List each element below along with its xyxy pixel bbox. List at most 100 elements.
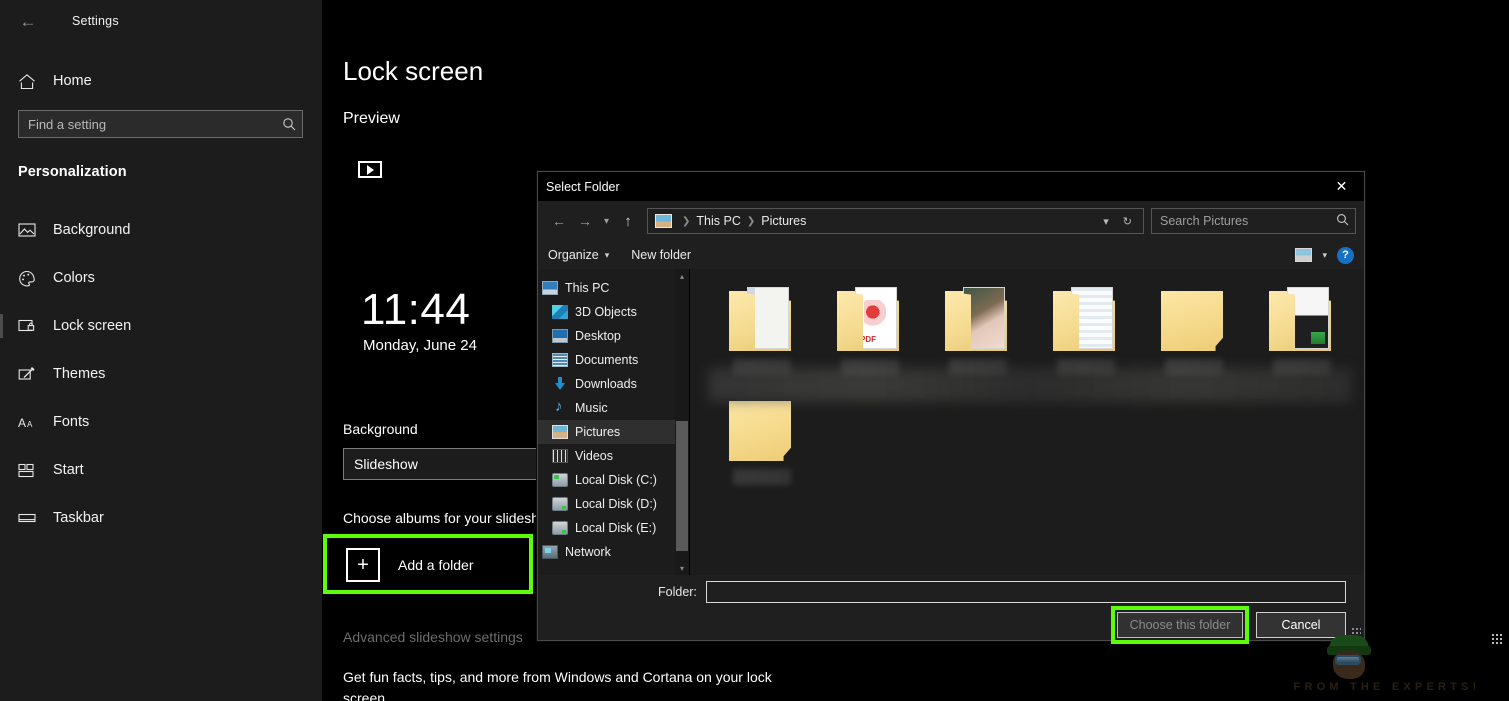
- tree-item-label: Network: [565, 545, 611, 559]
- dialog-search-box[interactable]: Search Pictures: [1151, 208, 1356, 234]
- downloads-icon: [552, 377, 568, 391]
- font-size-icon: AA: [18, 415, 44, 430]
- select-folder-dialog: Select Folder ✕ ← → ▾ ↑ ❯ This PC ❯ Pict…: [537, 171, 1365, 641]
- tree-item-pictures[interactable]: Pictures: [538, 420, 676, 444]
- back-arrow-icon[interactable]: ←: [10, 5, 46, 37]
- sidebar-item-home-label: Home: [53, 73, 92, 89]
- dialog-search-placeholder: Search Pictures: [1160, 214, 1336, 228]
- cortana-setting-text: Get fun facts, tips, and more from Windo…: [343, 667, 813, 701]
- arrow-left-icon[interactable]: ←: [546, 208, 572, 234]
- watermark-text: FROM THE EXPERTS!: [1271, 681, 1503, 693]
- breadcrumb-dropdown-icon[interactable]: ▾: [1096, 215, 1116, 228]
- slideshow-play-icon: [358, 161, 382, 178]
- tree-item-local-disk-c[interactable]: Local Disk (C:): [538, 468, 676, 492]
- folder-icon: [941, 285, 1015, 355]
- dialog-footer: Folder: Choose this folder Cancel: [538, 575, 1364, 640]
- settings-sidebar: ← Settings Home Personalization Backgrou…: [0, 0, 322, 701]
- breadcrumb-item-this-pc[interactable]: This PC: [696, 214, 740, 228]
- tree-item-local-disk-e[interactable]: Local Disk (E:): [538, 516, 676, 540]
- desktop-icon: [552, 329, 568, 343]
- arrow-up-icon[interactable]: ↑: [615, 208, 641, 234]
- sidebar-item-background[interactable]: Background: [0, 206, 322, 254]
- home-icon: [18, 73, 44, 90]
- chevron-down-icon[interactable]: ▾: [598, 208, 615, 234]
- new-folder-button[interactable]: New folder: [631, 248, 691, 262]
- search-box[interactable]: [18, 110, 303, 138]
- tree-item-documents[interactable]: Documents: [538, 348, 676, 372]
- caret-down-icon: ▾: [605, 250, 610, 261]
- 3d-objects-icon: [552, 305, 568, 319]
- tree-item-downloads[interactable]: Downloads: [538, 372, 676, 396]
- tree-item-label: Downloads: [575, 377, 637, 391]
- caret-down-icon[interactable]: ▾: [1322, 250, 1327, 261]
- chevron-down-icon[interactable]: ▾: [675, 561, 689, 575]
- window-title: Settings: [72, 14, 119, 28]
- tree-item-3d-objects[interactable]: 3D Objects: [538, 300, 676, 324]
- organize-menu[interactable]: Organize ▾: [548, 248, 609, 262]
- folder-icon: [725, 285, 799, 355]
- system-drive-icon: [552, 473, 568, 487]
- tree-item-network[interactable]: Network: [538, 540, 676, 564]
- brush-icon: [18, 366, 44, 383]
- tree-item-desktop[interactable]: Desktop: [538, 324, 676, 348]
- chevron-up-icon[interactable]: ▴: [675, 269, 689, 283]
- sidebar-item-colors[interactable]: Colors: [0, 254, 322, 302]
- dialog-navbar: ← → ▾ ↑ ❯ This PC ❯ Pictures ▾ ↻ Search …: [538, 201, 1364, 241]
- sidebar-item-lock-screen-label: Lock screen: [53, 318, 131, 334]
- sidebar-item-themes-label: Themes: [53, 366, 105, 382]
- arrow-right-icon[interactable]: →: [572, 208, 598, 234]
- dialog-body: This PC 3D Objects Desktop Documents: [538, 269, 1364, 575]
- sidebar-item-start[interactable]: Start: [0, 446, 322, 494]
- palette-icon: [18, 270, 44, 287]
- tree-item-label: Pictures: [575, 425, 620, 439]
- advanced-slideshow-settings-link[interactable]: Advanced slideshow settings: [343, 629, 523, 645]
- videos-icon: [552, 449, 568, 463]
- search-input[interactable]: [18, 110, 303, 138]
- help-icon[interactable]: ?: [1337, 247, 1354, 264]
- choose-this-folder-button[interactable]: Choose this folder: [1117, 612, 1243, 638]
- search-icon: [1336, 213, 1349, 229]
- folder-icon: [833, 285, 907, 355]
- preview-heading: Preview: [343, 110, 400, 128]
- breadcrumb-separator: ❯: [682, 216, 690, 227]
- tree-item-this-pc[interactable]: This PC: [538, 276, 676, 300]
- tree-item-music[interactable]: Music: [538, 396, 676, 420]
- music-icon: [552, 401, 568, 415]
- sidebar-item-fonts[interactable]: AA Fonts: [0, 398, 322, 446]
- search-icon: [282, 110, 296, 138]
- breadcrumb[interactable]: ❯ This PC ❯ Pictures ▾ ↻: [647, 208, 1144, 234]
- file-list[interactable]: [690, 269, 1364, 575]
- dialog-toolbar: Organize ▾ New folder ▾ ?: [538, 241, 1364, 269]
- albums-label: Choose albums for your slideshow: [343, 510, 557, 526]
- close-icon[interactable]: ✕: [1319, 172, 1364, 201]
- tree-scrollbar[interactable]: ▴ ▾: [675, 269, 689, 575]
- sidebar-item-home[interactable]: Home: [0, 64, 322, 98]
- documents-icon: [552, 353, 568, 367]
- change-view-icon[interactable]: [1295, 248, 1312, 262]
- breadcrumb-item-pictures[interactable]: Pictures: [761, 214, 806, 228]
- tree-item-label: Local Disk (D:): [575, 497, 657, 511]
- tree-item-label: Local Disk (C:): [575, 473, 657, 487]
- sidebar-item-themes[interactable]: Themes: [0, 350, 322, 398]
- pictures-icon: [552, 425, 568, 439]
- list-item[interactable]: [708, 389, 816, 499]
- folder-input[interactable]: [706, 581, 1346, 603]
- tree-item-label: Music: [575, 401, 608, 415]
- picture-icon: [18, 222, 44, 238]
- add-folder-button[interactable]: + Add a folder: [346, 546, 516, 583]
- sidebar-item-taskbar[interactable]: Taskbar: [0, 494, 322, 542]
- background-select[interactable]: Slideshow: [343, 448, 540, 480]
- taskbar-icon: [18, 511, 44, 525]
- preview-time: 11:44: [361, 285, 470, 335]
- tree-item-videos[interactable]: Videos: [538, 444, 676, 468]
- this-pc-icon: [542, 281, 558, 295]
- settings-titlebar: ← Settings: [0, 0, 322, 42]
- breadcrumb-separator: ❯: [747, 216, 755, 227]
- sidebar-item-lock-screen[interactable]: Lock screen: [0, 302, 322, 350]
- network-icon: [542, 545, 558, 559]
- tree-scrollbar-thumb[interactable]: [676, 421, 688, 551]
- refresh-icon[interactable]: ↻: [1116, 215, 1139, 228]
- tree-item-local-disk-d[interactable]: Local Disk (D:): [538, 492, 676, 516]
- sidebar-item-colors-label: Colors: [53, 270, 95, 286]
- folder-icon: [1265, 285, 1339, 355]
